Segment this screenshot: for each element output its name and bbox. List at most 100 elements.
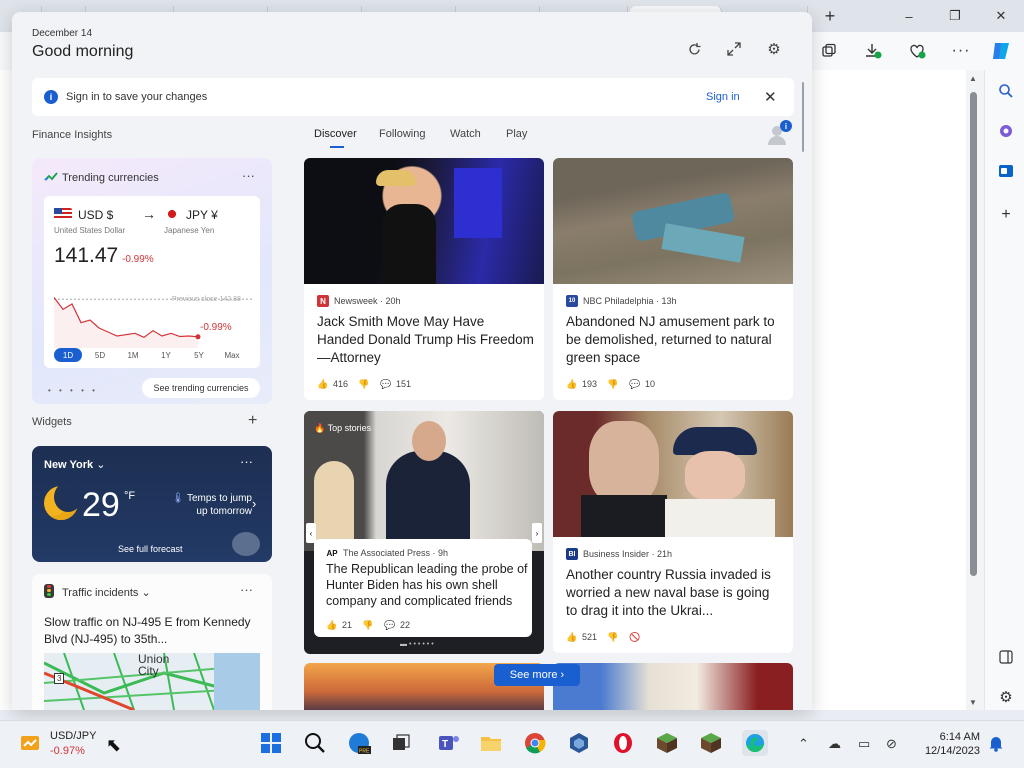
performance-icon[interactable]: [904, 38, 930, 64]
add-widget-button[interactable]: +: [248, 412, 257, 430]
trending-currencies-card[interactable]: Trending currencies ··· USD $ United Sta…: [32, 158, 272, 404]
story-overlay[interactable]: AP The Associated Press · 9h The Republic…: [314, 539, 532, 637]
feed-scrollbar[interactable]: [802, 82, 804, 152]
chevron-right-icon[interactable]: ›: [252, 496, 256, 511]
search-icon[interactable]: [302, 730, 328, 756]
arrow-icon: →: [142, 206, 156, 222]
news-card[interactable]: N Newsweek · 20h Jack Smith Move May Have…: [304, 158, 544, 400]
traffic-map[interactable]: Union City 3: [44, 653, 260, 710]
weather-widget[interactable]: New York ⌄ ··· 29 °F 🌡 Temps to jump up …: [32, 446, 272, 562]
split-icon[interactable]: [995, 646, 1017, 668]
restore-button[interactable]: ❐: [932, 0, 978, 32]
close-icon[interactable]: ✕: [764, 88, 777, 106]
card-actions: 👍 416 👎 💬 151: [317, 378, 411, 390]
like-count: 193: [582, 379, 598, 389]
collections-icon[interactable]: [816, 38, 842, 64]
outlook-icon[interactable]: [995, 160, 1017, 182]
carousel-pager[interactable]: ▬••••••: [400, 641, 436, 648]
expand-icon[interactable]: [723, 38, 745, 60]
file-explorer-icon[interactable]: [478, 730, 504, 756]
dislike-button[interactable]: 👎: [362, 619, 374, 631]
news-headline[interactable]: Jack Smith Move May Have Handed Donald T…: [317, 313, 535, 367]
route-shield: 3: [54, 673, 65, 684]
signin-link[interactable]: Sign in: [706, 91, 740, 103]
settings-icon[interactable]: ⚙: [995, 686, 1017, 708]
minecraft-icon[interactable]: [654, 730, 680, 756]
minecraft-icon[interactable]: [698, 730, 724, 756]
refresh-icon[interactable]: [683, 38, 705, 60]
start-icon[interactable]: [258, 730, 284, 756]
carousel-prev-button[interactable]: ‹: [306, 523, 316, 543]
currency-pair-card[interactable]: USD $ United States Dollar → JPY ¥ Japan…: [44, 196, 260, 368]
range-5d-button[interactable]: 5D: [86, 348, 114, 362]
minimize-button[interactable]: –: [886, 0, 932, 32]
display-icon[interactable]: ▭: [858, 736, 870, 752]
carousel-next-button[interactable]: ›: [532, 523, 542, 543]
weather-location[interactable]: New York ⌄: [44, 458, 105, 471]
tab-watch[interactable]: Watch: [450, 128, 481, 140]
downloads-icon[interactable]: [860, 38, 886, 64]
comment-button[interactable]: 💬 10: [629, 378, 655, 390]
traffic-title[interactable]: Traffic incidents ⌄: [62, 586, 151, 599]
news-card[interactable]: [553, 663, 793, 710]
edge-icon[interactable]: [742, 730, 768, 756]
clock-time: 6:14 AM: [939, 731, 980, 743]
like-button[interactable]: 👍 193: [566, 378, 597, 390]
carousel-pager[interactable]: • • • • •: [48, 386, 98, 395]
teams-icon[interactable]: T: [436, 730, 462, 756]
see-more-button[interactable]: See more ›: [494, 664, 580, 686]
stocks-ticker-icon[interactable]: [18, 732, 44, 754]
range-1d-button[interactable]: 1D: [54, 348, 82, 362]
range-1m-button[interactable]: 1M: [119, 348, 147, 362]
settings-icon[interactable]: ⚙: [763, 38, 785, 60]
dislike-button[interactable]: 👎: [607, 378, 619, 390]
from-currency-name: United States Dollar: [54, 226, 126, 235]
news-headline[interactable]: Another country Russia invaded is worrie…: [566, 566, 784, 620]
more-options-icon[interactable]: ···: [240, 454, 253, 469]
copilot-icon[interactable]: [988, 38, 1014, 64]
page-scrollbar[interactable]: ▲ ▼: [966, 70, 984, 710]
network-muted-icon[interactable]: ⊘: [886, 736, 897, 752]
tab-play[interactable]: Play: [506, 128, 527, 140]
comment-button[interactable]: 💬 151: [380, 378, 411, 390]
chrome-icon[interactable]: [522, 730, 548, 756]
taskbar-clock[interactable]: 6:14 AM 12/14/2023: [916, 730, 980, 758]
comment-button[interactable]: 💬 22: [384, 619, 410, 631]
see-trending-currencies-button[interactable]: See trending currencies: [142, 378, 260, 398]
traffic-widget[interactable]: Traffic incidents ⌄ ··· Slow traffic on …: [32, 574, 272, 710]
virtualbox-icon[interactable]: [566, 730, 592, 756]
notification-bell-icon[interactable]: [988, 734, 1004, 752]
like-button[interactable]: 👍 416: [317, 378, 348, 390]
task-view-icon[interactable]: [388, 730, 414, 756]
tab-following[interactable]: Following: [379, 128, 425, 140]
dislike-button[interactable]: 👎: [607, 631, 619, 643]
new-tab-button[interactable]: +: [816, 4, 844, 28]
range-max-button[interactable]: Max: [218, 348, 246, 362]
onedrive-icon[interactable]: ☁: [828, 736, 841, 752]
opera-icon[interactable]: [610, 730, 636, 756]
more-options-icon[interactable]: ···: [242, 168, 255, 183]
extensions-icon[interactable]: [995, 120, 1017, 142]
like-button[interactable]: 👍 521: [566, 631, 597, 643]
search-icon[interactable]: [995, 80, 1017, 102]
add-icon[interactable]: +: [995, 204, 1017, 226]
edge-beta-icon[interactable]: PRE: [346, 730, 372, 756]
dislike-button[interactable]: 👎: [358, 378, 370, 390]
profile-avatar[interactable]: i: [768, 120, 792, 146]
news-headline[interactable]: The Republican leading the probe of Hunt…: [326, 561, 532, 609]
top-stories-card[interactable]: 🔥 Top stories ‹ › AP The Associated Press…: [304, 411, 544, 654]
like-button[interactable]: 👍 21: [326, 619, 352, 631]
see-full-forecast-link[interactable]: See full forecast: [118, 544, 183, 554]
range-5y-button[interactable]: 5Y: [185, 348, 213, 362]
comments-disabled-button[interactable]: 🚫: [629, 631, 641, 643]
tab-discover[interactable]: Discover: [314, 128, 357, 140]
news-card[interactable]: 10 NBC Philadelphia · 13h Abandoned NJ am…: [553, 158, 793, 400]
news-headline[interactable]: Abandoned NJ amusement park to be demoli…: [566, 313, 784, 367]
show-hidden-icons-icon[interactable]: ⌃: [798, 736, 809, 752]
news-card[interactable]: BI Business Insider · 21h Another country…: [553, 411, 793, 653]
ticker-symbol[interactable]: USD/JPY: [50, 730, 96, 742]
close-window-button[interactable]: ✕: [978, 0, 1024, 32]
more-options-icon[interactable]: ···: [240, 582, 253, 597]
more-icon[interactable]: ···: [948, 38, 974, 64]
range-1y-button[interactable]: 1Y: [152, 348, 180, 362]
